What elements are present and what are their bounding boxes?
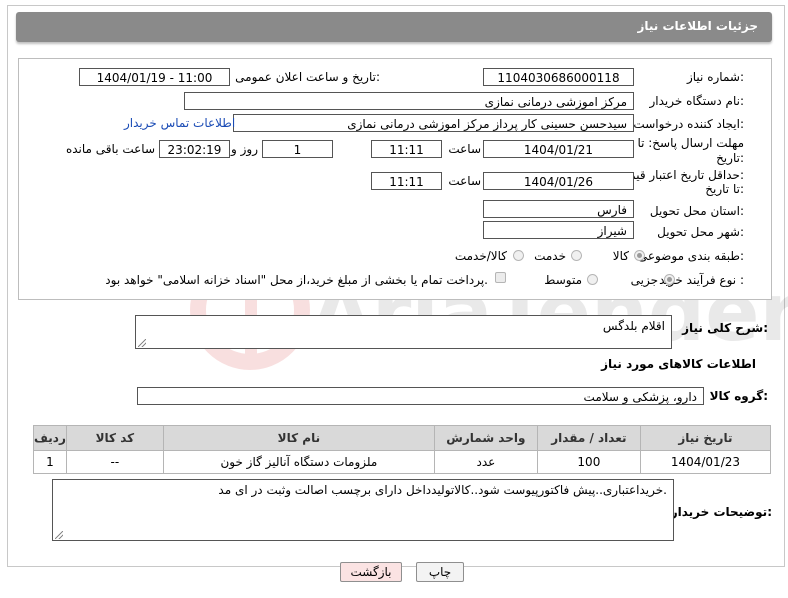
- price-time-field: 11:11: [371, 172, 442, 190]
- goods-group-field: دارو، پزشکی و سلامت: [137, 387, 704, 405]
- col-unit: واحد شمارش: [433, 425, 538, 451]
- category-goods-label: کالا: [612, 249, 629, 263]
- description-field: اقلام بلدگس: [135, 315, 672, 349]
- items-table: ردیف کد کالا نام کالا واحد شمارش تعداد /…: [33, 425, 772, 474]
- process-medium-radio[interactable]: [587, 274, 598, 285]
- print-button[interactable]: چاپ: [416, 562, 464, 582]
- reply-time-field: 11:11: [371, 140, 442, 158]
- category-goods-radio[interactable]: [634, 250, 645, 261]
- price-date-field: 1404/01/26: [483, 172, 634, 190]
- remaining-time-field: 23:02:19: [159, 140, 230, 158]
- resize-grip[interactable]: [138, 339, 146, 347]
- col-date: تاریخ نیاز: [639, 425, 772, 451]
- reply-deadline-label-2: تاریخ:: [716, 151, 744, 165]
- cell-date: 1404/01/23: [639, 450, 772, 474]
- reply-date-field: 1404/01/21: [483, 140, 634, 158]
- buyer-org-field: مرکز اموزشی درمانی نمازی: [184, 92, 634, 110]
- process-partial-radio[interactable]: [664, 274, 675, 285]
- days-label: روز و: [231, 142, 258, 156]
- announce-label: تاریخ و ساعت اعلان عمومی:: [235, 70, 380, 84]
- province-label: استان محل تحویل:: [649, 204, 744, 218]
- announce-field: 1404/01/19 - 11:00: [79, 68, 230, 86]
- price-deadline-label-2: تا تاریخ:: [705, 182, 744, 196]
- category-service-label: خدمت: [534, 249, 566, 263]
- description-label: شرح کلی نیاز:: [682, 321, 768, 335]
- need-number-label: شماره نیاز:: [686, 70, 744, 84]
- category-both-radio[interactable]: [513, 250, 524, 261]
- cell-unit: عدد: [433, 450, 538, 474]
- province-field: فارس: [483, 200, 634, 218]
- goods-group-label: گروه کالا:: [709, 389, 768, 403]
- requester-field: سیدحسن حسینی کار پرداز مرکز اموزشی درمان…: [233, 114, 634, 132]
- process-partial-label: جزیی: [630, 273, 658, 287]
- goods-info-title: اطلاعات کالاهای مورد نیاز: [601, 357, 756, 371]
- city-label: شهر محل تحویل:: [657, 225, 744, 239]
- items-table-header: ردیف کد کالا نام کالا واحد شمارش تعداد /…: [33, 425, 772, 451]
- cell-name: ملزومات دستگاه آنالیز گاز خون: [162, 450, 435, 474]
- cell-code: --: [65, 450, 164, 474]
- remaining-time-label: ساعت باقی مانده: [65, 142, 155, 156]
- reply-time-label: ساعت: [448, 142, 481, 156]
- need-number-field: 1104030686000118: [483, 68, 634, 86]
- payment-note: پرداخت تمام یا بخشی از مبلغ خرید،از محل …: [105, 273, 488, 287]
- cell-row: 1: [33, 450, 67, 474]
- treasury-payment-checkbox[interactable]: [495, 272, 506, 283]
- category-both-label: کالا/خدمت: [454, 249, 507, 263]
- table-row: 1 -- ملزومات دستگاه آنالیز گاز خون عدد 1…: [33, 450, 772, 474]
- buyer-org-label: نام دستگاه خریدار:: [649, 94, 745, 108]
- col-name: نام کالا: [162, 425, 435, 451]
- col-code: کد کالا: [65, 425, 164, 451]
- page-title: جزئیات اطلاعات نیاز: [637, 19, 758, 33]
- contact-buyer-link[interactable]: اطلاعات تماس خریدار: [124, 116, 235, 130]
- category-service-radio[interactable]: [571, 250, 582, 261]
- col-qty: تعداد / مقدار: [536, 425, 641, 451]
- buyer-notes-field: خریداعتباری..پیش فاکتورپیوست شود..کالاتو…: [52, 479, 674, 541]
- price-deadline-label: حداقل تاریخ اعتبار قیمت:: [617, 168, 744, 182]
- days-field: 1: [262, 140, 333, 158]
- city-field: شیراز: [483, 221, 634, 239]
- category-label: طبقه بندی موضوعی:: [637, 249, 744, 263]
- process-medium-label: متوسط: [544, 273, 582, 287]
- cell-qty: 100: [536, 450, 641, 474]
- col-row: ردیف: [33, 425, 67, 451]
- price-time-label: ساعت: [448, 174, 481, 188]
- page-header: جزئیات اطلاعات نیاز: [16, 12, 772, 42]
- reply-deadline-label: مهلت ارسال پاسخ: تا: [637, 136, 744, 150]
- back-button[interactable]: بازگشت: [340, 562, 402, 582]
- requester-label: ایجاد کننده درخواست:: [633, 117, 744, 131]
- buyer-notes-label: توضیحات خریدار:: [670, 505, 772, 519]
- resize-grip[interactable]: [55, 531, 63, 539]
